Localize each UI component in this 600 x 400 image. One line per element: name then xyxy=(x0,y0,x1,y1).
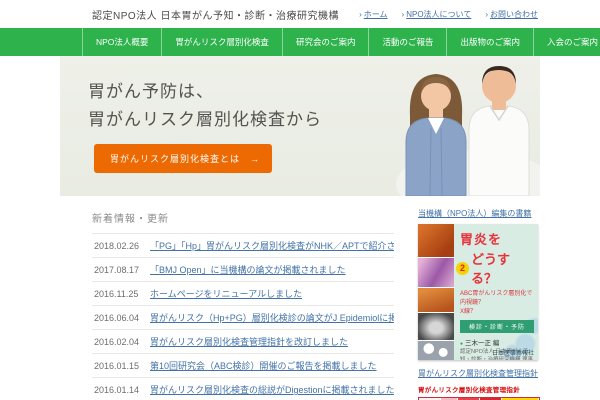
news-row: 2016.11.25 ホームページをリニューアルしました xyxy=(92,282,394,306)
cta-risk-test-button[interactable]: 胃がんリスク層別化検査とは → xyxy=(94,144,273,173)
hero-title: 胃がん予防は、 胃がんリスク層別化検査から xyxy=(88,78,322,134)
news-link[interactable]: ホームページをリニューアルしました xyxy=(150,287,302,300)
news-link[interactable]: 「BMJ Open」に当機構の論文が掲載されました xyxy=(150,263,346,276)
book-title-line2-wrap: 2 どうする？ xyxy=(456,249,534,287)
utility-link-label: NPO法人について xyxy=(406,9,472,19)
hero-photo-couple xyxy=(396,66,540,196)
news-link[interactable]: 胃がんリスク層別化検査の総説がDigestionに掲載されました xyxy=(150,383,394,396)
hero-title-line2: 胃がんリスク層別化検査から xyxy=(88,110,322,130)
hero-title-line1: 胃がん予防は、 xyxy=(88,82,214,101)
hero-photo-man xyxy=(468,66,530,196)
news-row: 2016.01.15 第10回研究会（ABC検診）開催のご報告を掲載しました xyxy=(92,354,394,378)
news-date: 2017.08.17 xyxy=(94,264,140,275)
news-link[interactable]: 「PG」「Hp」胃がんリスク層別化検査がNHK／APTで紹介されました xyxy=(150,239,394,252)
utility-link-contact[interactable]: › お問い合わせ xyxy=(485,9,538,20)
news-row: 2016.01.14 胃がんリスク層別化検査の総説がDigestionに掲載されま… xyxy=(92,378,394,400)
news-section: 新着情報・更新 2018.02.26 「PG」「Hp」胃がんリスク層別化検査がNH… xyxy=(92,208,394,400)
news-row: 2017.08.17 「BMJ Open」に当機構の論文が掲載されました xyxy=(92,258,394,282)
news-link[interactable]: 第10回研究会（ABC検診）開催のご報告を掲載しました xyxy=(150,359,377,372)
book-publisher: 日本医事新報社 xyxy=(491,351,534,357)
guideline-chart[interactable]: 胃がんリスク層別化検査管理指針 分類 A B C 管理指針 xyxy=(418,384,540,400)
news-date: 2018.02.26 xyxy=(94,240,140,251)
book-title-line1: 胃炎を xyxy=(460,232,503,247)
main-content: 新着情報・更新 2018.02.26 「PG」「Hp」胃がんリスク層別化検査がNH… xyxy=(60,196,540,400)
chevron-right-icon: › xyxy=(485,9,488,19)
nav-item-risk-test[interactable]: 胃がんリスク層別化検査 xyxy=(161,28,282,56)
utility-link-label: ホーム xyxy=(363,9,388,19)
news-row: 2018.02.26 「PG」「Hp」胃がんリスク層別化検査がNHK／APTで紹介… xyxy=(92,234,394,258)
nav-item-npo-overview[interactable]: NPO法人概要 xyxy=(82,28,161,56)
news-date: 2016.06.04 xyxy=(94,312,140,323)
book-cover[interactable]: 胃炎を 2 どうする？ ABC胃がんリスク層別化で 内視鏡？ X線？ 検診・診断… xyxy=(418,224,538,360)
news-row: 2016.06.04 胃がんリスク（Hp+PG）層別化検診の論文がJ Epidem… xyxy=(92,306,394,330)
tissue-photo-tile xyxy=(418,224,454,257)
news-link[interactable]: 胃がんリスク層別化検査管理指針を改訂しました xyxy=(150,335,348,348)
news-date: 2016.01.15 xyxy=(94,360,140,371)
book-author: 三木一正 編 xyxy=(460,337,534,347)
book-band: 検診・診断・予防 xyxy=(460,320,534,333)
utility-link-about-npo[interactable]: › NPO法人について xyxy=(402,9,472,20)
book-title-line2: どうする？ xyxy=(471,252,511,286)
endoscopy-photo-tile xyxy=(418,288,454,312)
hero-photo-woman xyxy=(405,74,467,196)
hero: 胃がん予防は、 胃がんリスク層別化検査から 胃がんリスク層別化検査とは → xyxy=(60,56,540,196)
xray-photo-tile xyxy=(418,313,454,340)
news-date: 2016.01.14 xyxy=(94,384,140,395)
book-info-link[interactable]: 当機構（NPO法人）編集の書籍 xyxy=(418,208,540,219)
news-link[interactable]: 胃がんリスク（Hp+PG）層別化検診の論文がJ Epidemiolに掲載 xyxy=(150,311,394,324)
chevron-right-icon: › xyxy=(401,9,405,19)
news-date: 2016.11.25 xyxy=(94,288,139,299)
guideline-link[interactable]: 胃がんリスク層別化検査管理指針 xyxy=(418,368,540,379)
microscopy-photo-tile xyxy=(418,341,454,360)
main-nav-band: NPO法人概要 胃がんリスク層別化検査 研究会のご案内 活動のご報告 出版物のご… xyxy=(0,28,600,56)
utility-link-label: お問い合わせ xyxy=(490,9,538,19)
nav-item-activities[interactable]: 活動のご報告 xyxy=(368,28,446,56)
sidebar: 当機構（NPO法人）編集の書籍 胃炎を 2 どうする？ ABC胃がんリスク層別化… xyxy=(418,208,540,400)
arrow-right-icon: → xyxy=(250,153,261,164)
news-list: 2018.02.26 「PG」「Hp」胃がんリスク層別化検査がNHK／APTで紹介… xyxy=(92,233,394,400)
utility-nav: › ホーム › NPO法人について › お問い合わせ xyxy=(359,9,538,20)
cta-label: 胃がんリスク層別化検査とは xyxy=(110,154,241,164)
news-heading: 新着情報・更新 xyxy=(92,214,169,225)
edition-badge: 2 xyxy=(456,261,469,275)
book-cover-photo-strip xyxy=(418,224,454,360)
chevron-right-icon: › xyxy=(359,9,362,19)
book-cover-text: 胃炎を 2 どうする？ ABC胃がんリスク層別化で 内視鏡？ X線？ 検診・診断… xyxy=(454,224,538,360)
site-header: 認定NPO法人 日本胃がん予知・診断・治療研究機構 › ホーム › NPO法人につい… xyxy=(0,0,600,28)
page: 認定NPO法人 日本胃がん予知・診断・治療研究機構 › ホーム › NPO法人につい… xyxy=(0,0,600,400)
site-title: 認定NPO法人 日本胃がん予知・診断・治療研究機構 xyxy=(92,10,339,22)
guideline-chart-title: 胃がんリスク層別化検査管理指針 xyxy=(418,387,520,394)
book-subtitle: ABC胃がんリスク層別化で 内視鏡？ X線？ xyxy=(460,291,533,315)
nav-item-membership[interactable]: 入会のご案内 xyxy=(532,28,600,56)
nav-item-society[interactable]: 研究会のご案内 xyxy=(281,28,369,56)
histology-photo-tile xyxy=(418,258,454,287)
utility-link-home[interactable]: › ホーム xyxy=(359,9,387,20)
nav-item-publications[interactable]: 出版物のご案内 xyxy=(446,28,533,56)
hero-band: 胃がん予防は、 胃がんリスク層別化検査から 胃がんリスク層別化検査とは → xyxy=(0,56,600,196)
news-row: 2016.02.04 胃がんリスク層別化検査管理指針を改訂しました xyxy=(92,330,394,354)
main-nav: NPO法人概要 胃がんリスク層別化検査 研究会のご案内 活動のご報告 出版物のご… xyxy=(60,28,598,56)
news-date: 2016.02.04 xyxy=(94,336,140,347)
